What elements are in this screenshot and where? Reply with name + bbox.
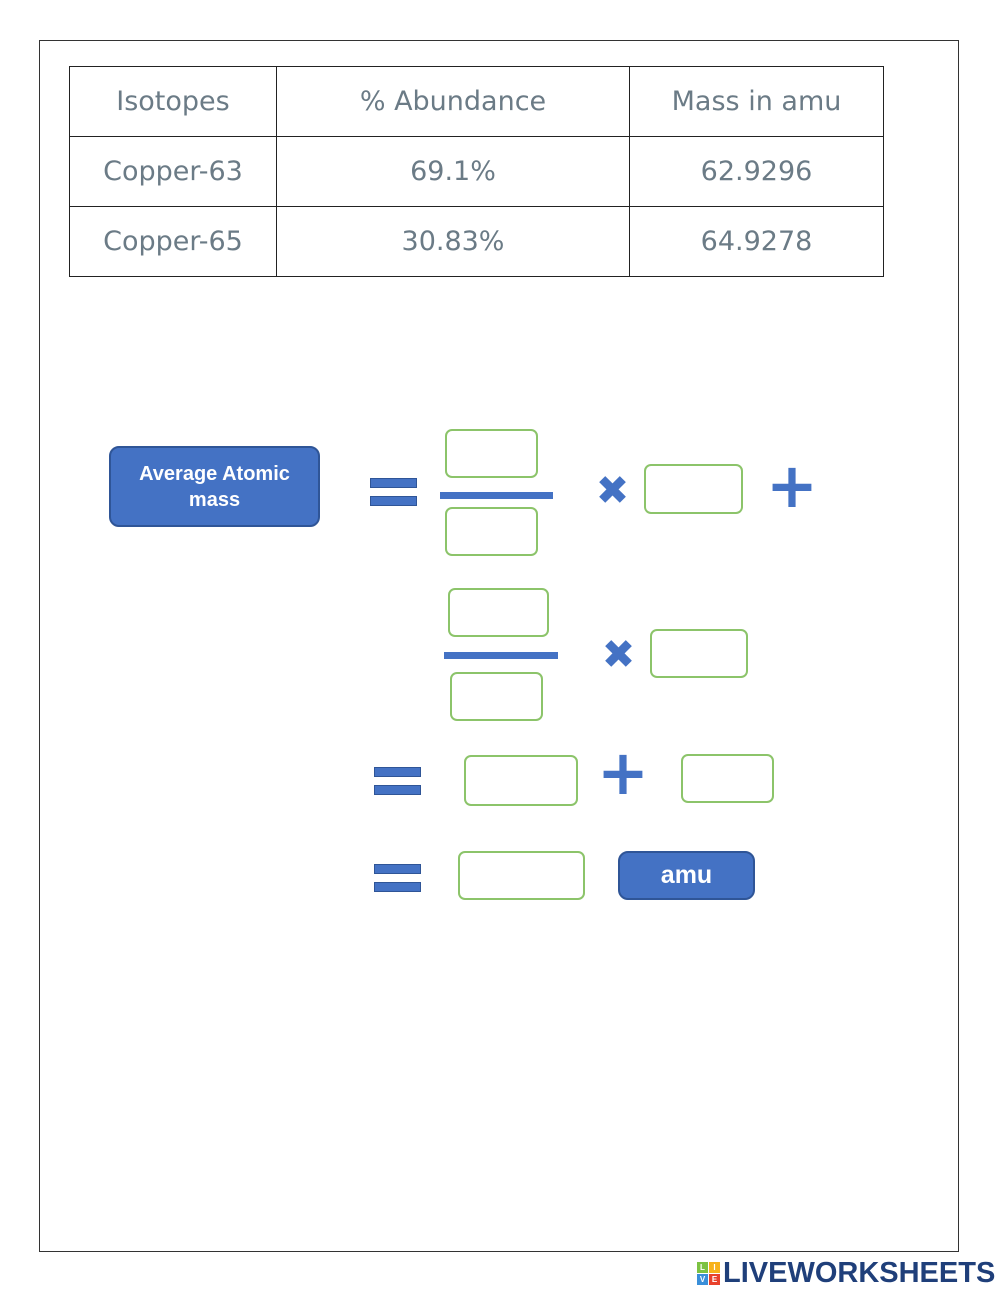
amu-unit-label: amu [618, 851, 755, 900]
logo-icon: L I V E [697, 1262, 720, 1285]
result-input[interactable] [458, 851, 585, 900]
table-cell: 69.1% [276, 136, 630, 207]
header-cell: Isotopes [69, 66, 277, 137]
table-header-row: Isotopes % Abundance Mass in amu [69, 66, 884, 137]
fraction-bar [444, 652, 558, 659]
denominator-input-2[interactable] [450, 672, 543, 721]
numerator-input-2[interactable] [448, 588, 549, 637]
numerator-input-1[interactable] [445, 429, 538, 478]
times-icon: ✖ [601, 632, 636, 678]
mass-input-2[interactable] [650, 629, 748, 678]
plus-icon: + [766, 449, 818, 522]
fraction-bar [440, 492, 553, 499]
table-cell: 30.83% [276, 206, 630, 277]
equals-icon [374, 864, 421, 892]
equals-icon [374, 767, 421, 795]
table-row: Copper-65 30.83% 64.9278 [69, 206, 884, 277]
isotope-table: Isotopes % Abundance Mass in amu Copper-… [69, 66, 884, 277]
logo-text: LIVEWORKSHEETS [723, 1257, 996, 1289]
table-cell: Copper-63 [69, 136, 277, 207]
table-row: Copper-63 69.1% 62.9296 [69, 136, 884, 207]
average-atomic-mass-label: Average Atomic mass [109, 446, 320, 527]
header-cell: Mass in amu [629, 66, 884, 137]
logo-letter: V [697, 1274, 708, 1285]
logo-letter: I [709, 1262, 720, 1273]
header-cell: % Abundance [276, 66, 630, 137]
table-cell: 64.9278 [629, 206, 884, 277]
times-icon: ✖ [595, 468, 630, 514]
denominator-input-1[interactable] [445, 507, 538, 556]
product-input-1[interactable] [464, 755, 578, 806]
logo-letter: E [709, 1274, 720, 1285]
plus-icon: + [597, 736, 649, 809]
table-cell: 62.9296 [629, 136, 884, 207]
equals-icon [370, 478, 417, 506]
product-input-2[interactable] [681, 754, 774, 803]
table-cell: Copper-65 [69, 206, 277, 277]
liveworksheets-logo: L I V E LIVEWORKSHEETS [697, 1257, 995, 1290]
logo-letter: L [697, 1262, 708, 1273]
mass-input-1[interactable] [644, 464, 743, 514]
